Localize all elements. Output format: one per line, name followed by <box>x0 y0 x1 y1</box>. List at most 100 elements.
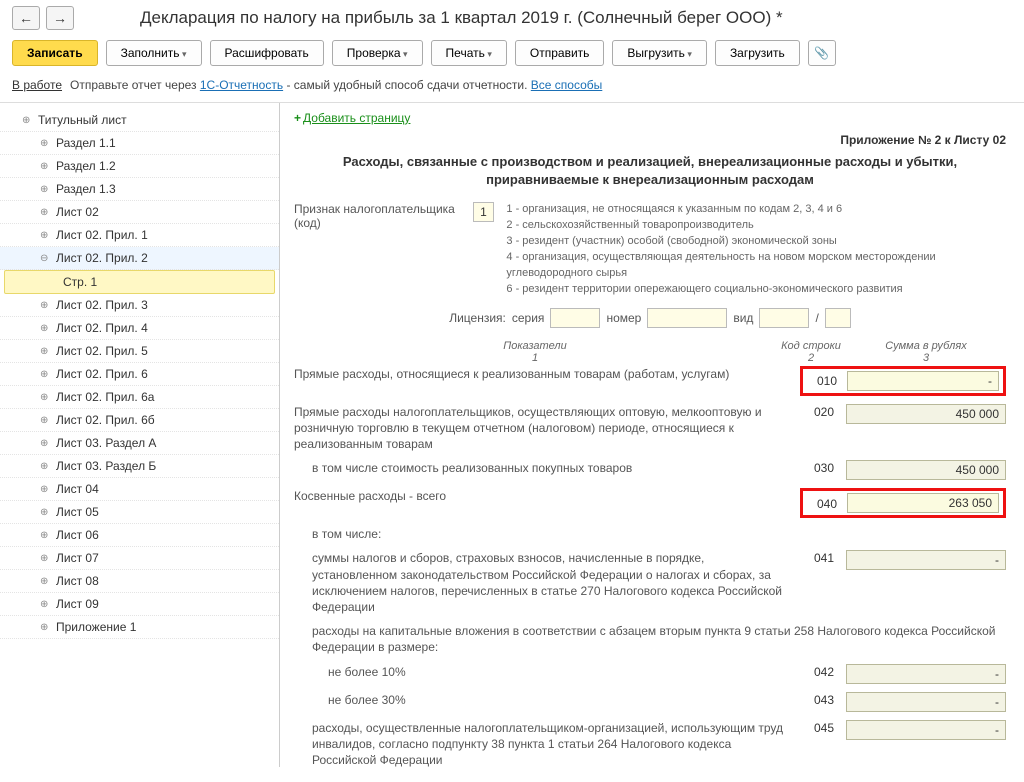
row-code: 030 <box>802 460 846 475</box>
sidebar-item[interactable]: ⊕Лист 02 <box>0 201 279 224</box>
data-row: в том числе стоимость реализованных поку… <box>294 460 1006 480</box>
decode-button[interactable]: Расшифровать <box>210 40 324 66</box>
fill-button[interactable]: Заполнить <box>106 40 202 66</box>
load-button[interactable]: Загрузить <box>715 40 800 66</box>
row-description: Прямые расходы, относящиеся к реализован… <box>294 366 800 382</box>
sidebar-item-label: Лист 09 <box>56 597 99 611</box>
check-button[interactable]: Проверка <box>332 40 423 66</box>
nav-forward-button[interactable]: → <box>46 6 74 30</box>
taxpayer-code-input[interactable]: 1 <box>473 202 495 222</box>
expand-icon: ⊕ <box>22 115 32 126</box>
sidebar-item[interactable]: ⊕Приложение 1 <box>0 616 279 639</box>
code-legend-line: 2 - сельскохозяйственный товаропроизводи… <box>506 218 1006 234</box>
expand-icon: ⊕ <box>40 161 50 172</box>
data-row: Косвенные расходы - всего040 <box>294 488 1006 518</box>
row-value-input[interactable] <box>846 460 1006 480</box>
sidebar-item[interactable]: ⊕Лист 05 <box>0 501 279 524</box>
data-row: расходы, осуществленные налогоплательщик… <box>294 720 1006 767</box>
license-number-input[interactable] <box>647 308 727 328</box>
sidebar-item[interactable]: ⊕Лист 02. Прил. 4 <box>0 317 279 340</box>
row-description: Прямые расходы налогоплательщиков, осуще… <box>294 404 802 453</box>
expand-icon: ⊕ <box>40 184 50 195</box>
license-extra-input[interactable] <box>825 308 851 328</box>
sidebar-item[interactable]: ⊕Лист 08 <box>0 570 279 593</box>
expand-icon: ⊕ <box>40 207 50 218</box>
sidebar-item-label: Раздел 1.3 <box>56 182 116 196</box>
sidebar-item[interactable]: ⊕ Раздел 1.3 <box>0 178 279 201</box>
sidebar-item[interactable]: ⊕Лист 03. Раздел Б <box>0 455 279 478</box>
code-legend-line: 1 - организация, не относящаяся к указан… <box>506 202 1006 218</box>
row-value-input[interactable] <box>846 664 1006 684</box>
collapse-icon: ⊖ <box>40 253 50 264</box>
highlighted-cell: 040 <box>800 488 1006 518</box>
sidebar-item[interactable]: ⊕ Раздел 1.1 <box>0 132 279 155</box>
sidebar-item[interactable]: ⊕Лист 02. Прил. 1 <box>0 224 279 247</box>
unload-button[interactable]: Выгрузить <box>612 40 707 66</box>
sidebar-item[interactable]: Стр. 1 <box>4 270 275 294</box>
sidebar-item-label: Лист 02. Прил. 6 <box>56 367 148 381</box>
expand-icon: ⊕ <box>40 507 50 518</box>
license-series-input[interactable] <box>550 308 600 328</box>
status-link-1c[interactable]: 1С-Отчетность <box>200 78 283 92</box>
sidebar-item[interactable]: ⊕Лист 03. Раздел А <box>0 432 279 455</box>
sidebar-item[interactable]: ⊕Лист 04 <box>0 478 279 501</box>
row-value-input[interactable] <box>846 550 1006 570</box>
sidebar-item-label: Лист 06 <box>56 528 99 542</box>
taxpayer-label: Признак налогоплательщика (код) <box>294 202 467 230</box>
write-button[interactable]: Записать <box>12 40 98 66</box>
sidebar-item[interactable]: ⊕Титульный лист <box>0 109 279 132</box>
highlighted-cell: 010 <box>800 366 1006 396</box>
row-code: 045 <box>802 720 846 735</box>
sidebar-item-label: Лист 02. Прил. 6а <box>56 390 154 404</box>
sidebar-item-label: Раздел 1.1 <box>56 136 116 150</box>
expand-icon: ⊕ <box>40 461 50 472</box>
send-button[interactable]: Отправить <box>515 40 605 66</box>
data-row: не более 10%042 <box>294 664 1006 684</box>
code-legend-line: 3 - резидент (участник) особой (свободно… <box>506 234 1006 250</box>
sidebar-item[interactable]: ⊕Лист 06 <box>0 524 279 547</box>
row-code: 020 <box>802 404 846 419</box>
row-value-input[interactable] <box>846 720 1006 740</box>
sidebar-item[interactable]: ⊕Раздел 1.2 <box>0 155 279 178</box>
sidebar-item-label: Лист 02. Прил. 5 <box>56 344 148 358</box>
license-kind-input[interactable] <box>759 308 809 328</box>
expand-icon: ⊕ <box>40 346 50 357</box>
data-row: суммы налогов и сборов, страховых взносо… <box>294 550 1006 615</box>
expand-icon: ⊕ <box>40 553 50 564</box>
attach-button[interactable]: 📎 <box>808 40 836 66</box>
code-legend-line: 6 - резидент территории опережающего соц… <box>506 282 1006 298</box>
sidebar-item[interactable]: ⊕Лист 02. Прил. 6а <box>0 386 279 409</box>
print-button[interactable]: Печать <box>431 40 507 66</box>
appendix-title: Приложение № 2 к Листу 02 <box>294 133 1006 147</box>
data-row: Прямые расходы, относящиеся к реализован… <box>294 366 1006 396</box>
status-label[interactable]: В работе <box>12 78 62 92</box>
row-code: 042 <box>802 664 846 679</box>
row-value-input[interactable] <box>846 692 1006 712</box>
row-value-input[interactable] <box>846 404 1006 424</box>
sidebar-item[interactable]: ⊕Лист 02. Прил. 6б <box>0 409 279 432</box>
expand-icon: ⊕ <box>40 138 50 149</box>
status-link-all[interactable]: Все способы <box>531 78 603 92</box>
sidebar: ⊕Титульный лист⊕Раздел 1.1⊕Раздел 1.2⊕Ра… <box>0 103 280 767</box>
sidebar-item[interactable]: ⊖Лист 02. Прил. 2 <box>0 247 279 270</box>
sidebar-item[interactable]: ⊕Лист 07 <box>0 547 279 570</box>
add-page-link[interactable]: Добавить страницу <box>303 111 410 125</box>
expand-icon: ⊕ <box>40 438 50 449</box>
row-description: суммы налогов и сборов, страховых взносо… <box>294 550 802 615</box>
row-code: 043 <box>802 692 846 707</box>
data-row: Прямые расходы налогоплательщиков, осуще… <box>294 404 1006 453</box>
row-value-input[interactable] <box>847 371 999 391</box>
row-description: не более 30% <box>294 692 802 708</box>
row-value-input[interactable] <box>847 493 999 513</box>
sidebar-item[interactable]: ⊕ Лист 02. Прил. 5 <box>0 340 279 363</box>
sidebar-item[interactable]: ⊕Лист 09 <box>0 593 279 616</box>
sidebar-item[interactable]: ⊕Лист 02. Прил. 6 <box>0 363 279 386</box>
row-code: 040 <box>807 496 847 511</box>
page-title: Декларация по налогу на прибыль за 1 ква… <box>140 8 783 28</box>
license-label: Лицензия: <box>449 311 506 325</box>
expand-icon: ⊕ <box>40 415 50 426</box>
row-description: расходы, осуществленные налогоплательщик… <box>294 720 802 767</box>
nav-back-button[interactable]: ← <box>12 6 40 30</box>
row-description: расходы на капитальные вложения в соотве… <box>294 623 1006 655</box>
sidebar-item[interactable]: ⊕Лист 02. Прил. 3 <box>0 294 279 317</box>
